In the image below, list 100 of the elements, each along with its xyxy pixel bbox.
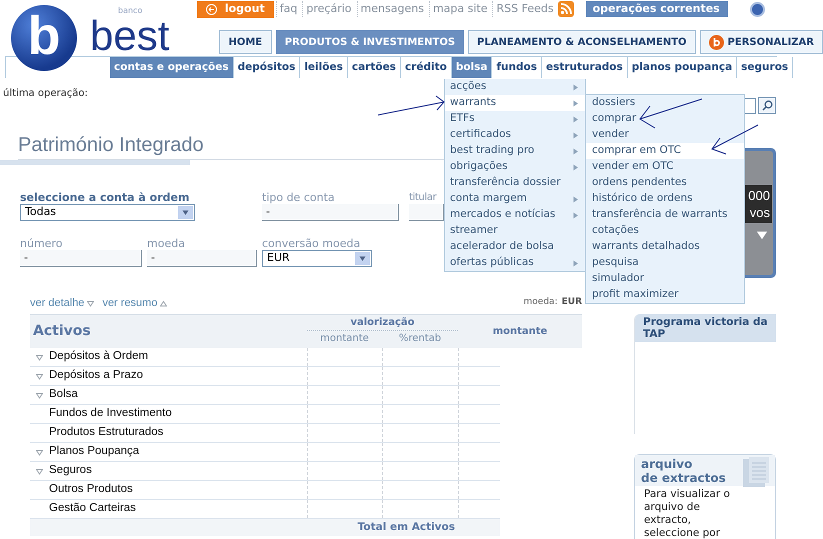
menu-item[interactable]: warrants xyxy=(445,95,585,111)
personalize-icon xyxy=(708,34,724,50)
logo-tagline: banco xyxy=(118,6,142,16)
submenu-arrow-icon xyxy=(572,212,579,218)
input-field[interactable]: - xyxy=(262,204,399,221)
menu-item[interactable]: ofertas públicas xyxy=(445,255,585,271)
statements-title: de extractos xyxy=(641,471,727,485)
banner-text: 000 xyxy=(748,187,770,204)
menu-item[interactable]: vender xyxy=(586,127,744,143)
menu-item[interactable]: vender em OTC xyxy=(586,159,744,175)
field-label: conversão moeda xyxy=(262,237,360,250)
back-arrow-icon xyxy=(206,4,217,14)
menu-item[interactable]: conta margem xyxy=(445,191,585,207)
sub-tab[interactable]: bolsa xyxy=(452,57,492,78)
row-label: Gestão Carteiras xyxy=(49,501,136,516)
caret-down-icon xyxy=(87,300,94,306)
banner-text: vos xyxy=(750,204,770,221)
menu-item[interactable]: ETFs xyxy=(445,111,585,127)
submenu-arrow-icon xyxy=(572,132,579,138)
menu-item[interactable]: acelerador de bolsa xyxy=(445,239,585,255)
main-tab[interactable]: PRODUTOS & INVESTIMENTOS xyxy=(276,30,464,54)
dropdown-arrow-icon xyxy=(182,209,189,216)
menu-item[interactable]: pesquisa xyxy=(586,255,744,271)
menu-item[interactable]: best trading pro xyxy=(445,143,585,159)
statements-text: Para visualizar o arquivo de extracto, seleccione por xyxy=(643,487,731,539)
currency-label: moeda: xyxy=(524,296,558,310)
menu-item[interactable]: comprar xyxy=(586,111,744,127)
table-title: Activos xyxy=(32,322,92,341)
input-field[interactable]: - xyxy=(147,250,257,267)
field-label: tipo de conta xyxy=(262,191,335,204)
input-field[interactable] xyxy=(409,204,444,221)
search-button[interactable] xyxy=(758,97,776,114)
row-label: Seguros xyxy=(49,463,92,478)
logo-text: best xyxy=(90,18,170,54)
input-field[interactable]: - xyxy=(20,250,142,267)
currency-value: EUR xyxy=(562,296,582,310)
column-group-header: valorização xyxy=(307,315,458,331)
menu-item[interactable]: obrigações xyxy=(445,159,585,175)
search-icon xyxy=(762,100,772,111)
statements-title: arquivo xyxy=(641,457,694,471)
page-title: Património Integrado xyxy=(18,133,204,158)
caret-up-icon xyxy=(160,300,168,306)
row-label: Outros Produtos xyxy=(49,482,133,498)
menu-item[interactable]: transferência de warrants xyxy=(586,207,744,223)
dropdown-field[interactable]: EUR xyxy=(262,250,372,267)
submenu-arrow-icon xyxy=(572,260,579,266)
row-label: Planos Poupança xyxy=(49,444,140,460)
caret-icon xyxy=(756,229,768,241)
submenu-arrow-icon xyxy=(572,164,579,170)
row-label: Fundos de Investimento xyxy=(49,406,172,422)
last-operation-label: última operação: xyxy=(3,88,88,99)
menu-item[interactable]: cotações xyxy=(586,223,744,239)
column-header: montante xyxy=(492,325,548,339)
expand-icon xyxy=(36,468,43,474)
menu-item[interactable]: certificados xyxy=(445,127,585,143)
column-header: montante xyxy=(319,332,370,346)
submenu-arrow-icon xyxy=(572,100,579,106)
field-label: titular xyxy=(409,191,436,204)
menu-item[interactable]: transferência dossier xyxy=(445,175,585,191)
menu-item[interactable]: dossiers xyxy=(586,95,744,111)
dropdown-arrow-icon xyxy=(359,255,366,262)
annotation-arrow xyxy=(639,98,702,128)
menu-item[interactable]: comprar em OTC xyxy=(586,143,744,159)
submenu-arrow-icon xyxy=(572,116,579,122)
field-label: número xyxy=(20,237,62,250)
annotation-arrow xyxy=(378,96,445,116)
menu-item[interactable]: streamer xyxy=(445,223,585,239)
column-header: %rentab xyxy=(398,332,442,346)
expand-icon xyxy=(36,354,43,360)
menu-item[interactable]: warrants detalhados xyxy=(586,239,744,255)
menu-item[interactable]: histórico de ordens xyxy=(586,191,744,207)
row-label: Depósitos a Prazo xyxy=(49,368,143,384)
field-label: moeda xyxy=(147,237,185,250)
promo-title: Programa victoria da TAP xyxy=(635,314,776,342)
row-label: Depósitos à Ordem xyxy=(49,349,148,364)
logo-badge[interactable]: b xyxy=(11,5,77,71)
dropdown-field[interactable]: Todas xyxy=(20,204,195,221)
main-tab[interactable]: HOME xyxy=(218,30,272,54)
main-tab[interactable]: PERSONALIZAR xyxy=(700,30,823,54)
menu-item[interactable]: profit maximizer xyxy=(586,287,744,303)
menu-item[interactable]: acções xyxy=(445,79,585,95)
submenu-arrow-icon xyxy=(572,84,579,90)
expand-icon xyxy=(36,372,43,380)
submenu-arrow-icon xyxy=(572,148,579,154)
annotation-arrow xyxy=(711,124,758,154)
menu-item[interactable]: mercados e notícias xyxy=(445,207,585,223)
view-detail-link[interactable]: ver detalhe xyxy=(30,294,84,312)
document-icon xyxy=(741,457,771,489)
menu-item[interactable]: ordens pendentes xyxy=(586,175,744,191)
expand-icon xyxy=(36,448,43,456)
menu-item[interactable]: simulador xyxy=(586,271,744,287)
sub-tab[interactable]: contas e operações xyxy=(110,57,234,78)
main-tab[interactable]: PLANEAMENTO & ACONSELHAMENTO xyxy=(468,30,696,54)
logo-mark: b xyxy=(28,9,60,63)
view-summary-link[interactable]: ver resumo xyxy=(102,294,158,312)
expand-icon xyxy=(36,392,43,398)
row-label: Produtos Estruturados xyxy=(49,425,164,440)
row-label: Bolsa xyxy=(49,387,78,402)
submenu-arrow-icon xyxy=(572,196,579,202)
current-operations-bar[interactable]: operações correntes xyxy=(586,1,728,17)
